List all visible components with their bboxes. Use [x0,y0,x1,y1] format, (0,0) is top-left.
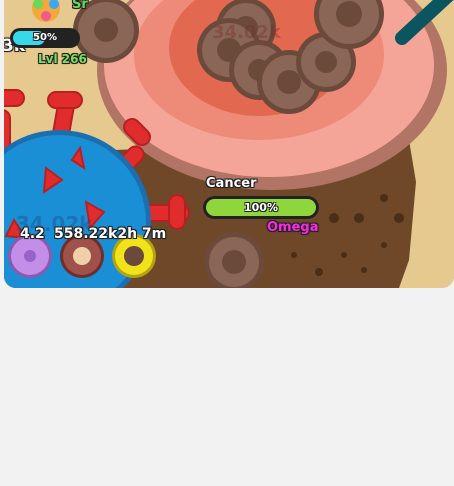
petal-timer: 4.2 [20,226,45,242]
player-health-bar: 50% [10,28,80,48]
player-health-text: 50% [33,32,57,43]
petal-stats: 558.22k2h 7m [54,226,167,242]
player-name: Sr [72,0,88,12]
game-viewport[interactable]: 34.02k 34.02k Sr 3k 50% Lvl 266 Cancer 1… [4,0,454,288]
boss-health-text: 100% [244,201,278,214]
boss-name: Cancer [206,176,257,191]
player-level: Lvl 266 [38,52,87,66]
boss-health-bar: 100% [203,196,319,219]
boss-rarity: Omega [267,220,319,235]
boss-ghost-score: 34.02k [212,22,281,43]
